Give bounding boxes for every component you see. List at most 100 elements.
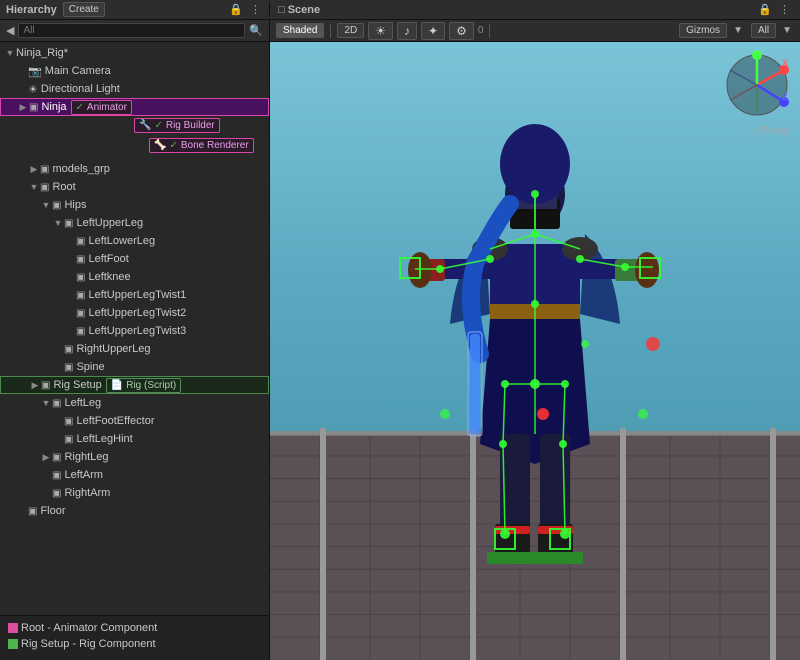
tree-item-root[interactable]: ▼ ▣ Root [0,178,269,196]
gameobj-icon-twist1: ▣ [76,290,85,301]
label-leftknee: Leftknee [88,271,130,283]
shading-button[interactable]: Shaded [276,23,324,38]
gameobj-icon-twist3: ▣ [76,326,85,337]
scene-options-button[interactable]: ⚙ [449,22,474,40]
axis-gizmo: X Y Z [722,50,792,120]
hierarchy-panel: ◀ 🔍 ▼ Ninja_Rig* 📷 Main Camera ☀ Directi… [0,20,270,660]
gameobj-icon-rig-setup: ▣ [41,380,50,391]
tree-item-floor[interactable]: ▣ Floor [0,502,269,520]
toolbar-separator-2 [489,24,490,38]
ninja-character-svg [395,104,675,624]
legend-pink-square [8,623,18,633]
tree-item-rightleg[interactable]: ▶ ▣ RightLeg [0,448,269,466]
legend-item-root: Root - Animator Component [8,622,261,634]
label-models-grp: models_grp [52,163,109,175]
label-leftarm: LeftArm [64,469,103,481]
scene-panel: Shaded 2D ☀ ♪ ✦ ⚙ 0 Gizmos ▼ All ▼ [270,20,800,660]
more-icon-scene[interactable]: ⋮ [777,3,792,16]
gameobj-icon-floor: ▣ [28,506,37,517]
gameobj-icon-root: ▣ [40,182,49,193]
gameobj-icon-leftarm: ▣ [52,470,61,481]
toolbar-separator-1 [330,24,331,38]
tree-item-hips[interactable]: ▼ ▣ Hips [0,196,269,214]
gameobj-icon-leftfooteffector: ▣ [64,416,73,427]
tree-item-leftupperleg[interactable]: ▼ ▣ LeftUpperLeg [0,214,269,232]
rig-builder-badge: 🔧 ✓ Rig Builder [134,118,220,133]
tree-item-rig-setup[interactable]: ▶ ▣ Rig Setup 📄 Rig (Script) [0,376,269,394]
tree-item-leftleghint[interactable]: ▣ LeftLegHint [0,430,269,448]
gizmos-button[interactable]: Gizmos [679,23,727,38]
legend-green-square [8,639,18,649]
all-button[interactable]: All [751,23,776,38]
rig-builder-icon: 🔧 [139,120,151,131]
tree-item-leftupperlegtwist2[interactable]: ▣ LeftUpperLegTwist2 [0,304,269,322]
bone-renderer-label: Bone Renderer [181,140,249,151]
tree-item-ninja[interactable]: ▶ ▣ Ninja ✓ Animator [0,98,269,116]
rig-script-icon: 📄 [111,380,123,391]
hierarchy-legend: Root - Animator Component Rig Setup - Ri… [0,615,269,660]
search-icon: 🔍 [249,24,263,37]
scene-root-label: Ninja_Rig* [16,47,68,59]
fx-button[interactable]: ✦ [421,22,445,40]
hierarchy-tree: ▼ Ninja_Rig* 📷 Main Camera ☀ Directional… [0,42,269,615]
scene-root-item[interactable]: ▼ Ninja_Rig* [0,44,269,62]
tree-item-leftupperlegtwist1[interactable]: ▣ LeftUpperLegTwist1 [0,286,269,304]
more-icon[interactable]: ⋮ [248,3,263,16]
audio-button[interactable]: ♪ [397,22,417,40]
rig-builder-check-icon: ✓ [154,120,162,131]
gameobj-icon-leftupperleg: ▣ [64,218,73,229]
gameobj-icon-twist2: ▣ [76,308,85,319]
gameobj-icon-leftlowerleg: ▣ [76,236,85,247]
sun-button[interactable]: ☀ [368,22,393,40]
label-directional-light: Directional Light [41,83,120,95]
animator-check-icon: ✓ [76,102,84,113]
gameobj-icon-rightleg: ▣ [52,452,61,463]
tree-item-leftarm[interactable]: ▣ LeftArm [0,466,269,484]
tree-item-rightupperleg[interactable]: ▣ RightUpperLeg [0,340,269,358]
tree-item-leftknee[interactable]: ▣ Leftknee [0,268,269,286]
label-root: Root [52,181,75,193]
light-icon: ☀ [28,83,38,96]
scene-title: □ Scene [278,4,320,16]
mode-2d-button[interactable]: 2D [337,23,364,38]
arrow-root: ▼ [28,182,40,192]
tree-item-leftleg[interactable]: ▼ ▣ LeftLeg [0,394,269,412]
gameobj-icon-leftleg: ▣ [52,398,61,409]
tree-item-leftlowerleg[interactable]: ▣ LeftLowerLeg [0,232,269,250]
tree-item-main-camera[interactable]: 📷 Main Camera [0,62,269,80]
tree-item-leftfooteffector[interactable]: ▣ LeftFootEffector [0,412,269,430]
label-leftfoot: LeftFoot [88,253,128,265]
gameobj-icon-models: ▣ [40,164,49,175]
label-leftleghint: LeftLegHint [76,433,132,445]
arrow-hips: ▼ [40,200,52,210]
lock-icon[interactable]: 🔒 [227,3,245,16]
tree-item-rightarm[interactable]: ▣ RightArm [0,484,269,502]
svg-text:Y: Y [754,50,760,55]
tree-item-leftfoot[interactable]: ▣ LeftFoot [0,250,269,268]
tree-item-spine[interactable]: ▣ Spine [0,358,269,376]
scene-view[interactable]: X Y Z ◁ Persp [270,42,800,660]
create-button[interactable]: Create [63,2,105,17]
tree-item-models-grp[interactable]: ▶ ▣ models_grp [0,160,269,178]
gameobj-icon-rightarm: ▣ [52,488,61,499]
animator-badge-label: Animator [87,102,127,113]
gameobj-icon-hips: ▣ [52,200,61,211]
gameobj-icon-rightupperleg: ▣ [64,344,73,355]
arrow-rig-setup: ▶ [29,380,41,391]
scene-arrow: ▼ [4,48,16,58]
gameobj-icon-leftknee: ▣ [76,272,85,283]
lock-icon-scene[interactable]: 🔒 [756,3,774,16]
label-main-camera: Main Camera [45,65,111,77]
all-arrow-icon[interactable]: ▼ [780,25,794,36]
label-leftleg: LeftLeg [64,397,101,409]
tree-item-leftupperlegtwist3[interactable]: ▣ LeftUpperLegTwist3 [0,322,269,340]
scene-stat-label: 0 [478,25,484,36]
label-leftfooteffector: LeftFootEffector [76,415,154,427]
arrow-leftleg: ▼ [40,398,52,408]
gameobj-icon-leftleghint: ▣ [64,434,73,445]
label-leftupperlegtwist2: LeftUpperLegTwist2 [88,307,186,319]
gizmos-arrow-icon[interactable]: ▼ [731,25,745,36]
label-spine: Spine [76,361,104,373]
hierarchy-search-input[interactable] [18,23,245,38]
tree-item-directional-light[interactable]: ☀ Directional Light [0,80,269,98]
